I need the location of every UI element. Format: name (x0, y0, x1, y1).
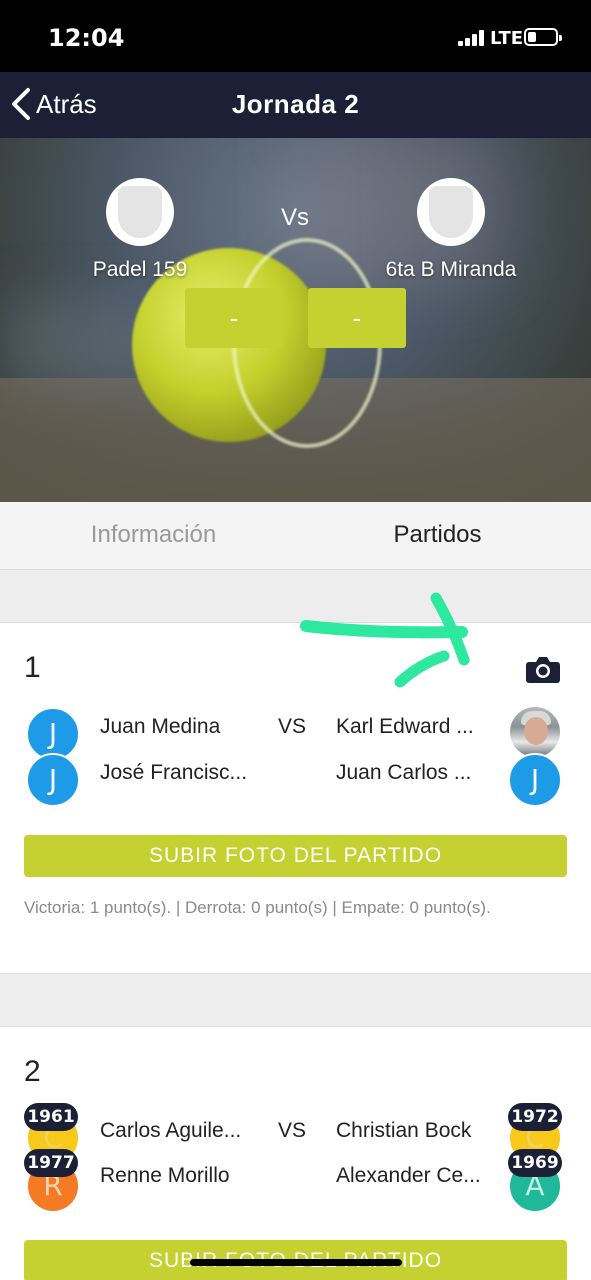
nav-bar: Atrás Jornada 2 (0, 72, 591, 138)
player-name: Juan Medina (100, 715, 221, 738)
birth-year-badge: 1969 (508, 1149, 562, 1177)
team-right-name: 6ta B Miranda (385, 258, 517, 281)
camera-icon[interactable] (526, 655, 560, 683)
score-left: - (185, 288, 283, 348)
vs-label: VS (278, 715, 307, 738)
team-right: 6ta B Miranda (356, 178, 546, 282)
signal-icon (458, 30, 484, 46)
player-avatar: J (26, 753, 80, 807)
player-avatar: J (508, 753, 562, 807)
match-number: 2 (24, 1055, 41, 1088)
match-number: 1 (24, 651, 41, 684)
tab-informacion[interactable]: Información (6, 502, 301, 570)
upload-photo-button[interactable]: SUBIR FOTO DEL PARTIDO (24, 835, 567, 877)
score-right: - (308, 288, 406, 348)
status-time: 12:04 (48, 24, 125, 52)
player-name: Karl Edward ... (336, 715, 474, 738)
player-name: Carlos Aguile... (100, 1119, 242, 1142)
page-title: Jornada 2 (231, 89, 360, 119)
tab-bar: Información Partidos (0, 502, 591, 570)
match-card: 2 C 1961 R 1977 Carlos Aguile... Renne M… (0, 1026, 591, 1280)
player-name: José Francisc... (100, 761, 248, 784)
team-left: Padel 159 (45, 178, 235, 282)
player-name: Alexander Ce... (336, 1164, 481, 1187)
vs-label: VS (278, 1119, 307, 1142)
team-shield-icon (106, 178, 174, 246)
player-name: Christian Bock (336, 1119, 472, 1142)
home-indicator (190, 1259, 402, 1266)
birth-year-badge: 1977 (24, 1149, 78, 1177)
birth-year-badge: 1972 (508, 1103, 562, 1131)
status-bar: 12:04 LTE (0, 0, 591, 72)
points-info: Victoria: 1 punto(s). | Derrota: 0 punto… (24, 898, 491, 917)
match-header-banner: Padel 159 Vs 6ta B Miranda - - (0, 138, 591, 502)
birth-year-badge: 1961 (24, 1103, 78, 1131)
player-name: Juan Carlos ... (336, 761, 472, 784)
tab-partidos[interactable]: Partidos (290, 502, 585, 570)
battery-icon (524, 28, 562, 46)
team-left-name: Padel 159 (92, 258, 188, 281)
annotation-arrow-icon (300, 592, 470, 688)
player-name: Renne Morillo (100, 1164, 230, 1187)
team-shield-icon (417, 178, 485, 246)
vs-label: Vs (280, 204, 309, 231)
network-label: LTE (490, 28, 524, 49)
player-photo-avatar (508, 705, 562, 759)
